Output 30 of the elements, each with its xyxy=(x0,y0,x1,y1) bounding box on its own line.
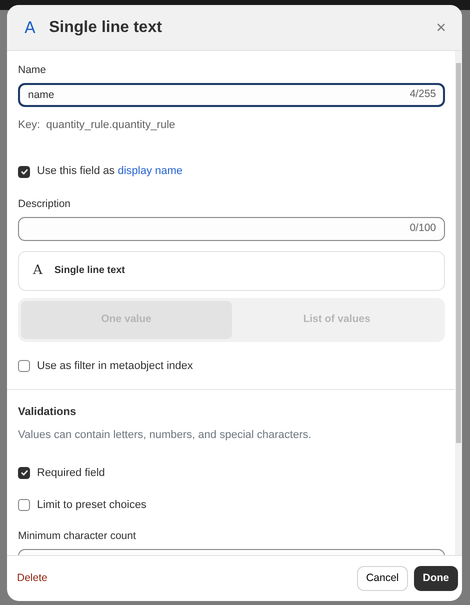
description-field[interactable] xyxy=(18,216,445,240)
character-counter: 0/100 xyxy=(410,220,436,236)
section-description: Values can contain letters, numbers, and special characters. xyxy=(18,428,312,442)
dialog-title: Single line text xyxy=(49,18,163,38)
display-name-option: Use this field as display name xyxy=(37,163,183,180)
cancel-button[interactable]: Cancel xyxy=(357,566,408,592)
scrollbar[interactable] xyxy=(455,51,462,555)
key-text: Key: quantity_rule.quantity_rule xyxy=(18,118,176,133)
checkbox[interactable] xyxy=(18,166,30,178)
display-name-link[interactable]: display name xyxy=(118,165,183,178)
character-counter: 4/255 xyxy=(410,86,436,102)
text-type-icon: A xyxy=(19,16,41,38)
close-button[interactable]: × xyxy=(432,19,450,36)
validation-option: Limit to preset choices xyxy=(37,496,146,513)
minimum-count-label: Minimum character count xyxy=(18,529,137,544)
checkbox[interactable] xyxy=(18,467,30,480)
description-label: Description xyxy=(18,196,72,212)
text-type-icon: A xyxy=(33,260,42,280)
validation-option: Required field xyxy=(37,465,105,482)
done-button[interactable]: Done xyxy=(414,566,458,592)
section-title: Validations xyxy=(18,405,78,420)
name-label: Name xyxy=(18,63,48,78)
checkbox[interactable] xyxy=(18,498,30,511)
checkmark-icon xyxy=(20,168,28,174)
checkmark-icon xyxy=(20,470,28,476)
scrollbar-thumb[interactable] xyxy=(456,63,461,443)
delete-button[interactable]: Delete xyxy=(17,570,48,586)
filter-option: Use as filter in metaobject index xyxy=(37,358,193,374)
checkbox[interactable] xyxy=(18,360,30,372)
field-type-label: Single line text xyxy=(54,264,125,278)
